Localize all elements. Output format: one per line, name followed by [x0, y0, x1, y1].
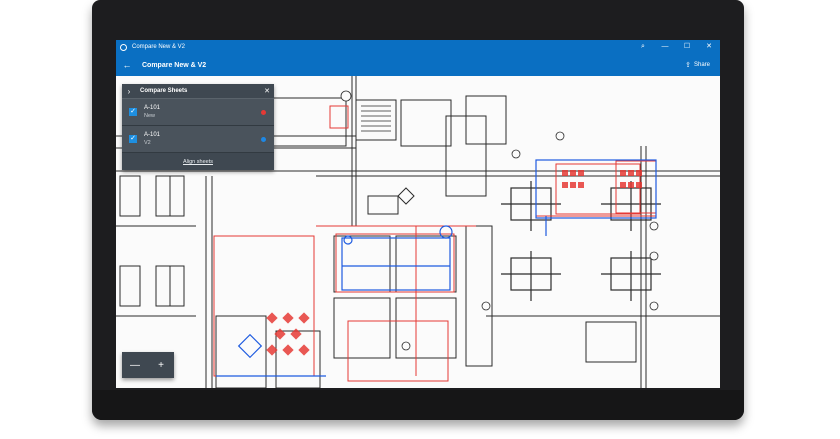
close-window-button[interactable]: ✕ — [698, 40, 720, 54]
share-button[interactable]: ⇪ Share — [685, 61, 710, 69]
chevron-right-icon[interactable]: › — [122, 87, 136, 96]
sheet-name: A-101 — [144, 132, 161, 138]
window-title: Compare New & V2 — [132, 44, 186, 50]
sheet-row-v2[interactable]: ✓ A-101 V2 — [122, 126, 274, 153]
sheet-name: A-101 — [144, 105, 161, 111]
zoom-in-button[interactable]: + — [148, 352, 174, 378]
window-titlebar: Compare New & V2 ⌕ — ☐ ✕ — [116, 40, 720, 54]
sheet-row-new[interactable]: ✓ A-101 New — [122, 99, 274, 126]
laptop-bezel-bottom — [92, 390, 744, 420]
back-arrow-icon[interactable]: ← — [118, 60, 136, 70]
zoom-controls: — + — [122, 352, 174, 378]
sheet-checkbox[interactable]: ✓ — [129, 135, 137, 143]
page-title: Compare New & V2 — [142, 61, 207, 69]
sheet-version: V2 — [144, 140, 151, 146]
panel-header: › Compare Sheets ✕ — [122, 84, 274, 99]
minimize-button[interactable]: — — [654, 40, 676, 54]
compare-sheets-panel: › Compare Sheets ✕ ✓ A-101 New ✓ A-101 V… — [122, 84, 274, 170]
maximize-button[interactable]: ☐ — [676, 40, 698, 54]
laptop-frame: Compare New & V2 ⌕ — ☐ ✕ ← Compare New &… — [92, 0, 744, 420]
share-icon: ⇪ — [685, 62, 691, 69]
sheet-version: New — [144, 113, 156, 119]
drawing-canvas[interactable]: › Compare Sheets ✕ ✓ A-101 New ✓ A-101 V… — [116, 76, 720, 388]
search-icon[interactable]: ⌕ — [632, 40, 654, 54]
app-header: ← Compare New & V2 ⇪ Share — [116, 54, 720, 76]
app-window: Compare New & V2 ⌕ — ☐ ✕ ← Compare New &… — [116, 40, 720, 388]
close-icon[interactable]: ✕ — [260, 87, 274, 95]
align-sheets-link[interactable]: Align sheets — [122, 153, 274, 171]
zoom-out-button[interactable]: — — [122, 352, 148, 378]
app-logo-icon — [120, 43, 127, 51]
sheet-color-dot — [261, 136, 266, 142]
sheet-color-dot — [261, 109, 266, 115]
panel-title: Compare Sheets — [140, 88, 188, 94]
sheet-checkbox[interactable]: ✓ — [129, 108, 137, 116]
share-label: Share — [693, 62, 710, 68]
